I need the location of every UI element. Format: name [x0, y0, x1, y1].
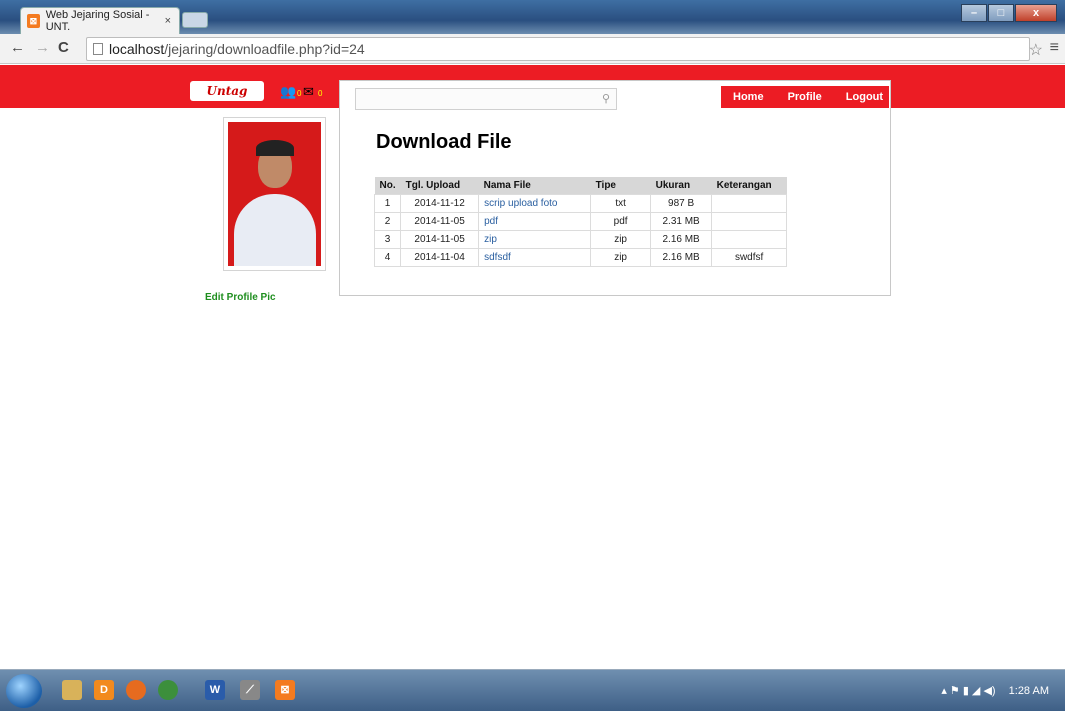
header-tgl-upload: Tgl. Upload — [400, 177, 479, 194]
cell-keterangan — [711, 193, 788, 213]
start-button[interactable] — [6, 674, 42, 708]
cell-tgl: 2014-11-04 — [400, 247, 480, 267]
cell-no: 4 — [373, 247, 402, 267]
firefox-icon[interactable] — [126, 680, 146, 700]
top-navigation: Home Profile Logout — [721, 86, 889, 108]
file-download-link[interactable]: sdfsdf — [484, 252, 511, 263]
header-ukuran: Ukuran — [650, 177, 712, 194]
page-icon — [93, 43, 103, 55]
browser-toolbar: ← → C localhost/jejaring/downloadfile.ph… — [0, 34, 1065, 64]
tool-icon[interactable]: ⟋ — [240, 680, 260, 700]
maximize-button[interactable]: □ — [988, 4, 1014, 22]
tray-icons[interactable]: ▴ ⚑ ▮ ◢ ◀) — [941, 685, 995, 697]
table-row: 4 2014-11-04 sdfsdf zip 2.16 MB swdfsf — [373, 247, 788, 267]
cell-ukuran: 2.16 MB — [650, 229, 713, 249]
xampp-icon[interactable]: ⊠ — [275, 680, 295, 700]
cell-keterangan — [711, 211, 788, 231]
tab-close-icon[interactable]: × — [165, 15, 171, 27]
cell-ukuran: 2.31 MB — [650, 211, 713, 231]
cell-nama: scrip upload foto — [478, 193, 592, 213]
cell-tgl: 2014-11-05 — [400, 229, 480, 249]
forward-arrow-icon[interactable]: → — [35, 39, 50, 56]
url-host: localhost — [109, 41, 165, 57]
friends-notification-icon[interactable]: 👥 — [280, 84, 296, 100]
page-title: Download File — [376, 131, 512, 153]
xampp-favicon-icon: ⊠ — [27, 14, 40, 28]
minimize-button[interactable]: – — [961, 4, 987, 22]
cell-tgl: 2014-11-12 — [400, 193, 480, 213]
nav-home-link[interactable]: Home — [721, 86, 776, 108]
table-header-row: No. Tgl. Upload Nama File Tipe Ukuran Ke… — [374, 177, 787, 194]
browser-titlebar: ⊠ Web Jejaring Sosial - UNT. × – □ x — [0, 0, 1065, 34]
browser-tab[interactable]: ⊠ Web Jejaring Sosial - UNT. × — [20, 7, 180, 34]
cell-keterangan — [711, 229, 788, 249]
address-bar[interactable]: localhost/jejaring/downloadfile.php?id=2… — [86, 37, 1030, 61]
chrome-icon[interactable] — [158, 680, 178, 700]
profile-photo-frame — [223, 117, 326, 271]
clock[interactable]: 1:28 AM — [1009, 685, 1049, 697]
cell-no: 3 — [373, 229, 402, 249]
windows-taskbar: D W ⟋ ⊠ ▴ ⚑ ▮ ◢ ◀) 1:28 AM — [0, 669, 1065, 711]
header-no: No. — [374, 177, 401, 194]
bookmark-star-icon[interactable]: ☆ — [1029, 40, 1043, 60]
close-window-button[interactable]: x — [1015, 4, 1057, 22]
file-download-link[interactable]: pdf — [484, 216, 498, 227]
chrome-menu-icon[interactable]: ≡ — [1050, 39, 1059, 57]
header-keterangan: Keterangan — [711, 177, 787, 194]
explorer-icon[interactable] — [62, 680, 82, 700]
friends-count: 0 — [297, 89, 302, 98]
messages-notification-icon[interactable]: ✉ — [303, 84, 314, 100]
word-icon[interactable]: W — [205, 680, 225, 700]
system-tray: ▴ ⚑ ▮ ◢ ◀) 1:28 AM — [941, 684, 1049, 697]
table-row: 1 2014-11-12 scrip upload foto txt 987 B — [373, 193, 788, 213]
search-icon[interactable]: ⚲ — [602, 92, 610, 105]
search-input[interactable]: ⚲ — [355, 88, 617, 110]
table-row: 2 2014-11-05 pdf pdf 2.31 MB — [373, 211, 788, 231]
url-path: /jejaring/downloadfile.php?id=24 — [164, 41, 365, 57]
app-icon[interactable]: D — [94, 680, 114, 700]
site-logo[interactable]: Untag — [190, 81, 264, 101]
content-card: ⚲ Home Profile Logout Download File No. … — [339, 80, 891, 296]
tab-title: Web Jejaring Sosial - UNT. — [45, 9, 150, 33]
cell-tgl: 2014-11-05 — [400, 211, 480, 231]
cell-keterangan: swdfsf — [711, 247, 788, 267]
header-nama-file: Nama File — [478, 177, 591, 194]
file-download-link[interactable]: zip — [484, 234, 497, 245]
edit-profile-pic-link[interactable]: Edit Profile Pic — [205, 292, 276, 303]
files-table: No. Tgl. Upload Nama File Tipe Ukuran Ke… — [373, 177, 788, 267]
header-tipe: Tipe — [590, 177, 651, 194]
cell-ukuran: 2.16 MB — [650, 247, 713, 267]
cell-nama: sdfsdf — [478, 247, 592, 267]
cell-ukuran: 987 B — [650, 193, 713, 213]
nav-profile-link[interactable]: Profile — [776, 86, 834, 108]
new-tab-button[interactable] — [182, 12, 208, 28]
cell-no: 1 — [373, 193, 402, 213]
reload-icon[interactable]: C — [58, 39, 69, 56]
cell-tipe: zip — [590, 247, 652, 267]
cell-tipe: zip — [590, 229, 652, 249]
messages-count: 0 — [318, 89, 323, 98]
back-arrow-icon[interactable]: ← — [10, 39, 25, 56]
cell-no: 2 — [373, 211, 402, 231]
nav-logout-link[interactable]: Logout — [834, 86, 895, 108]
file-download-link[interactable]: scrip upload foto — [484, 198, 557, 209]
cell-nama: zip — [478, 229, 592, 249]
profile-photo — [228, 122, 321, 266]
window-controls: – □ x — [960, 4, 1057, 22]
cell-tipe: pdf — [590, 211, 652, 231]
table-row: 3 2014-11-05 zip zip 2.16 MB — [373, 229, 788, 249]
cell-tipe: txt — [590, 193, 652, 213]
cell-nama: pdf — [478, 211, 592, 231]
